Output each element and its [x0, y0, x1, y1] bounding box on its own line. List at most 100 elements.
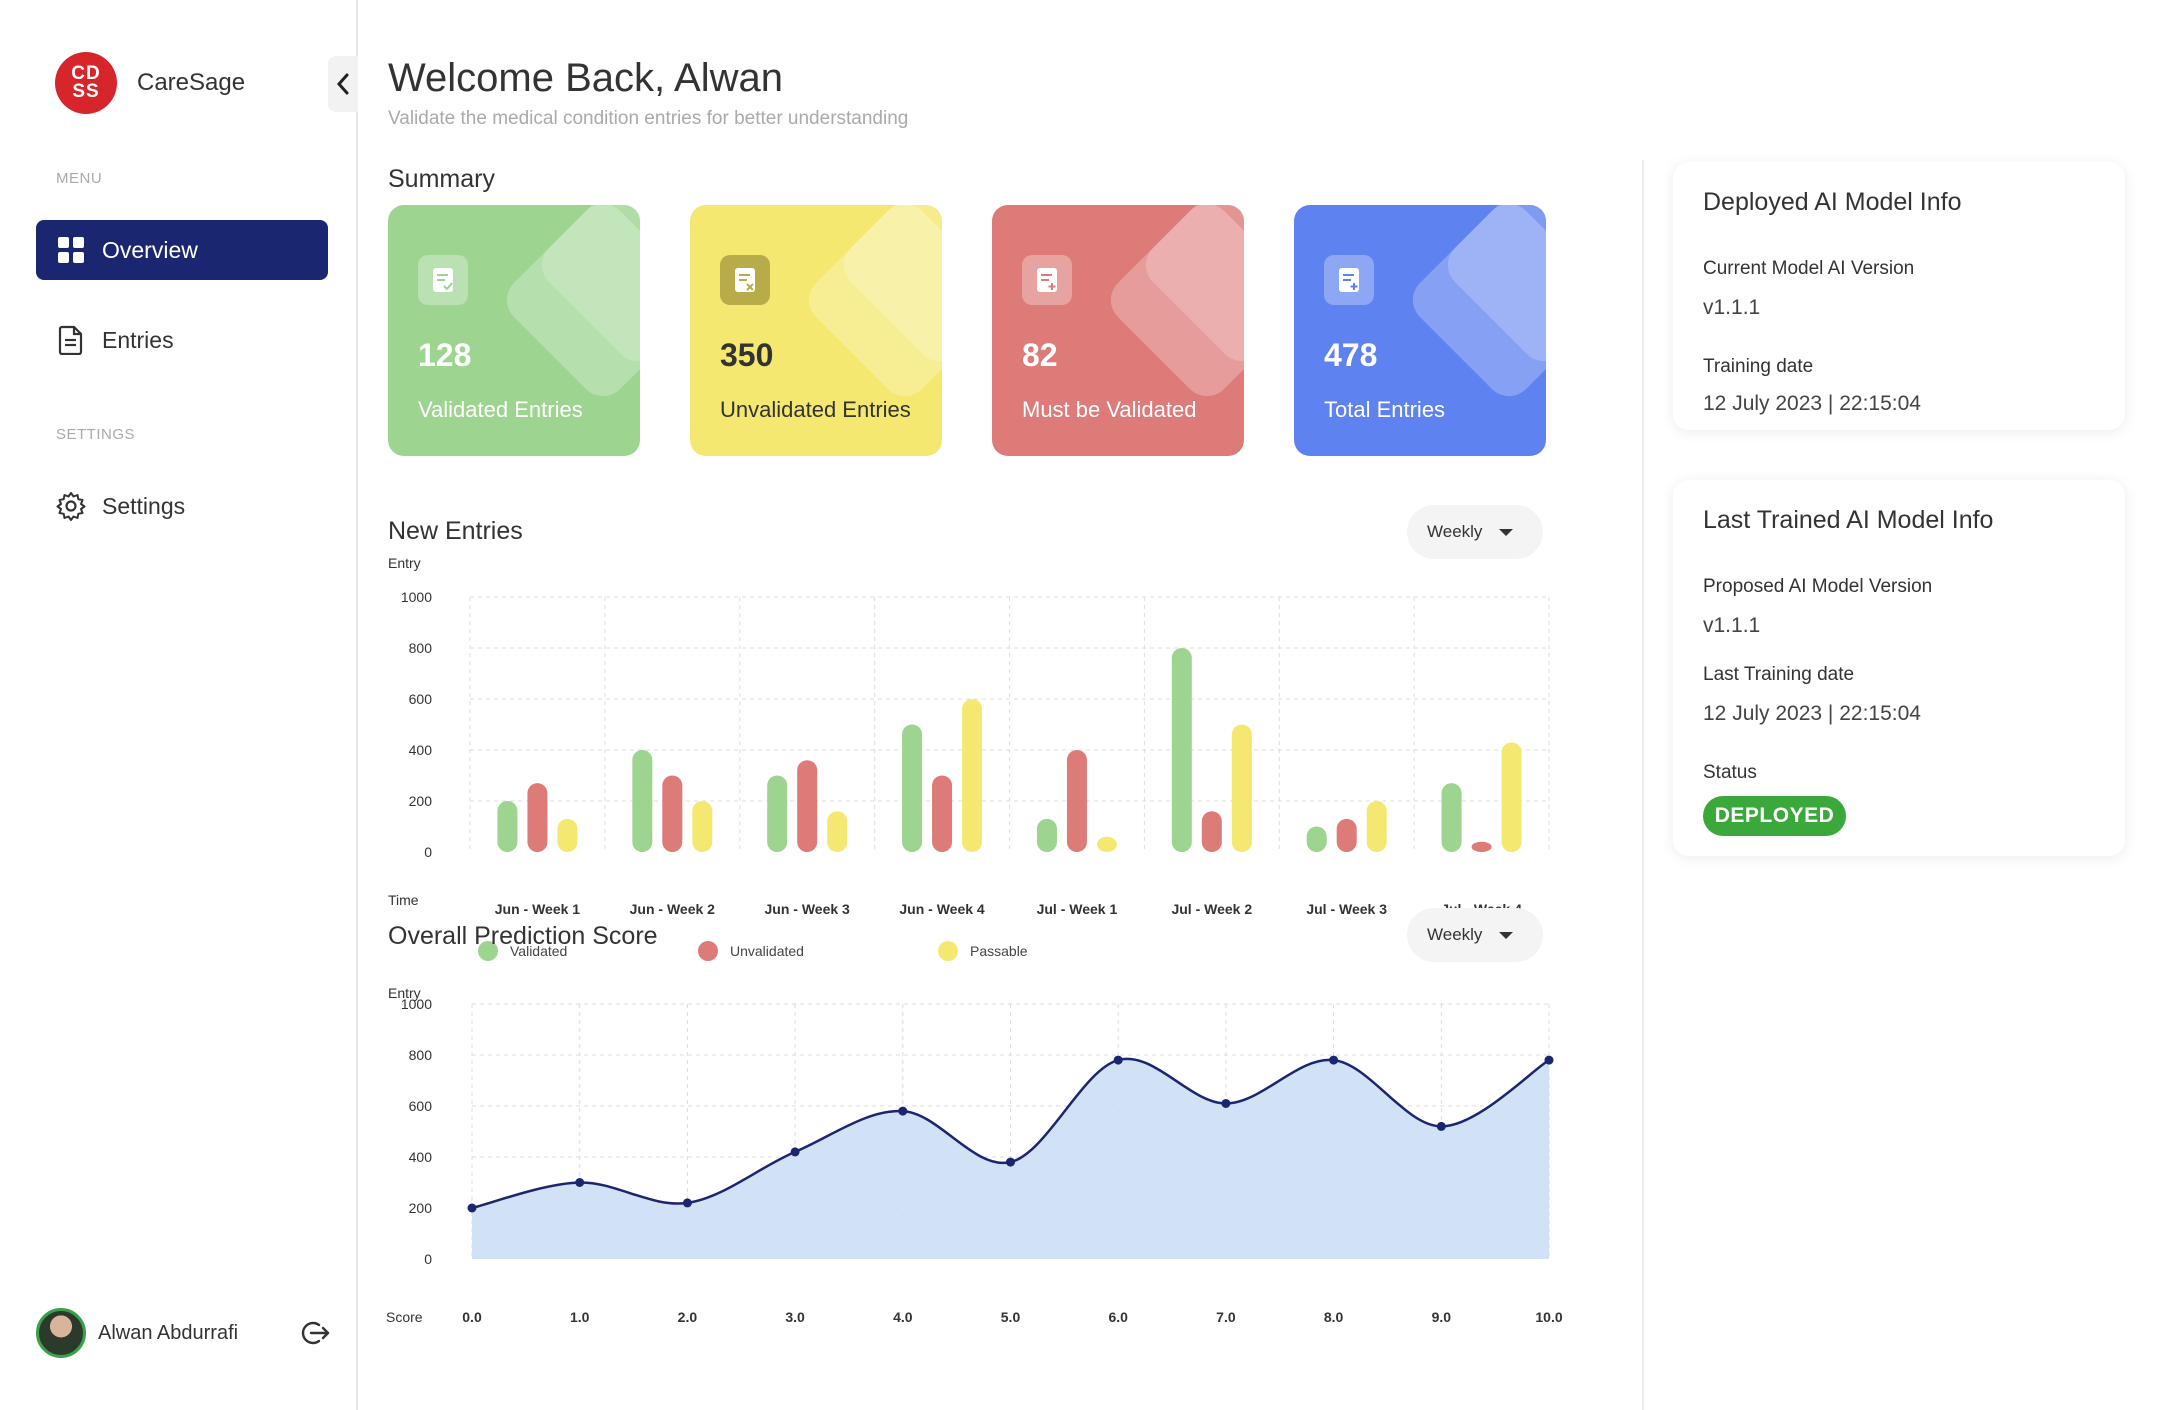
logo-wrap[interactable]: CD SS CareSage — [55, 52, 245, 114]
page-subtitle: Validate the medical condition entries f… — [388, 108, 909, 129]
content-divider — [1642, 160, 1644, 1410]
user-profile: Alwan Abdurrafi — [36, 1308, 332, 1358]
x-tick-label: Jul - Week 3 — [1306, 901, 1387, 917]
bar — [1366, 801, 1387, 852]
card-value: 478 — [1324, 337, 1378, 373]
dropdown-value: Weekly — [1427, 522, 1483, 541]
data-point — [682, 1198, 692, 1208]
status-badge: DEPLOYED — [1703, 796, 1846, 836]
sidebar-item-label: Settings — [102, 492, 186, 519]
bar — [1171, 648, 1192, 852]
x-tick-label: 6.0 — [1108, 1309, 1128, 1325]
y-tick-label: 400 — [409, 1149, 433, 1165]
last-training-date-value: 12 July 2023 | 22:15:04 — [1703, 702, 1921, 725]
bar — [557, 818, 578, 852]
bar — [692, 801, 713, 852]
avatar[interactable] — [36, 1308, 86, 1358]
x-tick-label: 8.0 — [1324, 1309, 1344, 1325]
bar — [527, 783, 548, 852]
x-axis-label: Score — [386, 1309, 423, 1325]
card-label: Unvalidated Entries — [720, 397, 911, 422]
x-tick-label: Jul - Week 1 — [1037, 901, 1118, 917]
x-tick-label: 1.0 — [570, 1309, 590, 1325]
bar — [1336, 818, 1357, 852]
y-tick-label: 800 — [409, 640, 433, 656]
y-axis-label: Entry — [388, 555, 421, 571]
x-tick-label: Jun - Week 3 — [765, 901, 851, 917]
dropdown-caret-icon — [1499, 932, 1513, 939]
logo-text-bottom: SS — [72, 81, 100, 102]
last-trained-title: Last Trained AI Model Info — [1703, 506, 1994, 534]
page-title: Welcome Back, Alwan — [388, 56, 783, 100]
card-must-be-validated[interactable]: 82 Must be Validated — [992, 205, 1244, 456]
x-tick-label: Jun - Week 1 — [495, 901, 581, 917]
bar — [767, 775, 788, 852]
bar — [1066, 750, 1087, 852]
bar — [932, 775, 953, 852]
data-point — [898, 1106, 908, 1116]
sidebar-item-entries[interactable]: Entries — [36, 310, 328, 370]
app-logo: CD SS — [55, 52, 117, 114]
data-point — [1113, 1055, 1123, 1065]
card-total-entries[interactable]: 478 Total Entries — [1294, 205, 1546, 456]
current-version-value: v1.1.1 — [1703, 296, 1761, 319]
collapse-sidebar-button[interactable] — [328, 56, 358, 112]
card-label: Must be Validated — [1022, 397, 1197, 422]
last-training-date-label: Last Training date — [1703, 664, 1855, 685]
bar — [797, 760, 818, 852]
card-validated-entries[interactable]: 128 Validated Entries — [388, 205, 640, 456]
y-tick-label: 0 — [424, 844, 432, 860]
y-tick-label: 200 — [409, 793, 433, 809]
data-point — [1006, 1157, 1015, 1167]
x-tick-label: 5.0 — [1001, 1309, 1021, 1325]
entries-document-icon — [56, 325, 86, 355]
logout-icon — [301, 1321, 330, 1345]
sidebar-item-label: Entries — [102, 326, 174, 353]
card-value: 350 — [720, 337, 774, 373]
x-tick-label: 3.0 — [785, 1309, 805, 1325]
x-tick-label: Jul - Week 2 — [1171, 901, 1252, 917]
x-tick-label: Jun - Week 4 — [899, 901, 985, 917]
prediction-title: Overall Prediction Score — [388, 922, 658, 950]
card-unvalidated-entries[interactable]: 350 Unvalidated Entries — [690, 205, 942, 456]
y-tick-label: 600 — [409, 691, 433, 707]
card-value: 128 — [418, 337, 472, 373]
proposed-version-value: v1.1.1 — [1703, 614, 1761, 637]
y-tick-label: 200 — [409, 1200, 433, 1216]
data-point — [575, 1178, 585, 1187]
data-point — [1544, 1055, 1554, 1065]
x-tick-label: 4.0 — [893, 1309, 913, 1325]
bar — [497, 801, 518, 852]
x-axis-label: Time — [388, 892, 419, 908]
user-name: Alwan Abdurrafi — [98, 1321, 239, 1344]
bar — [962, 699, 983, 852]
bar — [902, 724, 923, 852]
collapse-chevron-icon — [336, 73, 349, 95]
status-label: Status — [1703, 762, 1757, 783]
y-tick-label: 400 — [409, 742, 433, 758]
card-document-icon — [418, 255, 468, 305]
card-value: 82 — [1022, 337, 1058, 373]
dropdown-caret-icon — [1499, 529, 1513, 536]
prediction-area-chart: Entry020040060080010000.0 1.0 2.0 3.0 4.0 5.0… — [386, 985, 1563, 1325]
dropdown-value: Weekly — [1427, 925, 1483, 944]
prediction-period-dropdown[interactable]: Weekly — [1407, 908, 1543, 962]
x-tick-label: 9.0 — [1432, 1309, 1452, 1325]
bar — [1441, 783, 1462, 852]
data-point — [1329, 1055, 1339, 1065]
logout-button[interactable] — [300, 1317, 332, 1349]
x-tick-label: 2.0 — [678, 1309, 698, 1325]
sidebar: CD SS CareSage MENU Overview Entries SET… — [0, 0, 358, 1410]
new-entries-bar-chart: Entry 0 200 400 600 800 1000 Time Jun - Week 1 Ju… — [388, 555, 1550, 961]
y-tick-label: 1000 — [401, 589, 432, 605]
sidebar-item-overview[interactable]: Overview — [36, 220, 328, 280]
data-point — [1221, 1098, 1231, 1108]
sidebar-item-settings[interactable]: Settings — [36, 476, 328, 536]
bar — [632, 750, 653, 852]
training-date-label: Training date — [1703, 356, 1814, 377]
brand-name: CareSage — [137, 69, 246, 96]
y-tick-label: 600 — [409, 1098, 433, 1114]
proposed-version-label: Proposed AI Model Version — [1703, 576, 1933, 597]
new-entries-title: New Entries — [388, 517, 523, 545]
bar — [1231, 724, 1252, 852]
